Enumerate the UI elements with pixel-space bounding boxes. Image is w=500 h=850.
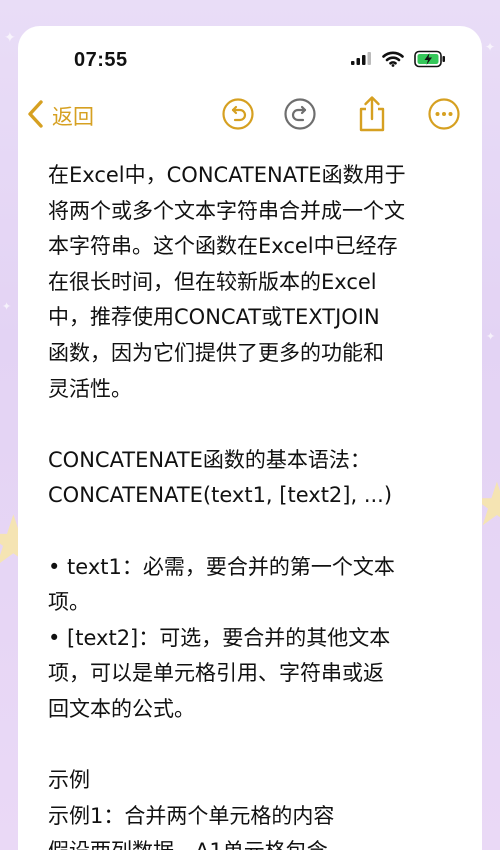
note-line: CONCATENATE(text1, [text2], ...) — [48, 483, 393, 508]
undo-button[interactable] — [218, 96, 258, 136]
note-line: 项，可以是单元格引用、字符串或返 — [48, 661, 384, 686]
note-line: 项。 — [48, 590, 90, 615]
share-button[interactable] — [352, 95, 392, 138]
background-sparkle-decoration: ✦ — [486, 330, 496, 343]
redo-icon — [283, 97, 317, 136]
note-line: 中，推荐使用CONCAT或TEXTJOIN — [48, 305, 380, 330]
battery-charging-icon — [414, 50, 446, 73]
note-line: 示例 — [48, 768, 90, 793]
notes-screen: 07:55 返回 在Excel中，CONCATENATE函数用于 将两个或多个文… — [18, 26, 482, 850]
more-icon — [427, 97, 461, 136]
undo-icon — [221, 97, 255, 136]
cellular-signal-icon — [350, 51, 372, 72]
note-bullet-line: • text1：必需，要合并的第一个文本 — [48, 554, 395, 579]
note-blank-line — [48, 728, 468, 764]
navigation-bar: 返回 — [18, 95, 482, 140]
share-icon — [355, 95, 389, 138]
more-button[interactable] — [424, 96, 464, 136]
status-bar: 07:55 — [18, 26, 482, 90]
status-icons — [350, 50, 446, 73]
redo-button[interactable] — [280, 96, 320, 136]
back-button[interactable]: 返回 — [26, 96, 94, 136]
note-line: 在很长时间，但在较新版本的Excel — [48, 269, 377, 294]
wifi-icon — [382, 51, 404, 72]
note-line: 假设两列数据，A1单元格包含 — [48, 834, 468, 850]
note-line: 灵活性。 — [48, 376, 132, 401]
background-sparkle-decoration: ✦ — [4, 30, 16, 46]
note-line: 回文本的公式。 — [48, 696, 195, 721]
status-time: 07:55 — [74, 49, 128, 71]
note-line: CONCATENATE函数的基本语法： — [48, 447, 371, 472]
note-line: 函数，因为它们提供了更多的功能和 — [48, 340, 384, 365]
background-sparkle-decoration: ✦ — [485, 40, 496, 54]
note-body[interactable]: 在Excel中，CONCATENATE函数用于 将两个或多个文本字符串合并成一个… — [48, 158, 468, 850]
note-blank-line — [48, 407, 468, 443]
note-line: 将两个或多个文本字符串合并成一个文 — [48, 198, 405, 223]
note-line: 本字符串。这个函数在Excel中已经存 — [48, 234, 398, 259]
note-blank-line — [48, 514, 468, 550]
note-line: 示例1：合并两个单元格的内容 — [48, 803, 335, 828]
note-bullet-line: • [text2]：可选，要合并的其他文本 — [48, 625, 391, 650]
back-chevron-icon — [26, 99, 44, 134]
back-label: 返回 — [52, 105, 94, 129]
note-line: 在Excel中，CONCATENATE函数用于 — [48, 163, 406, 187]
background-sparkle-decoration: ✦ — [2, 300, 12, 313]
